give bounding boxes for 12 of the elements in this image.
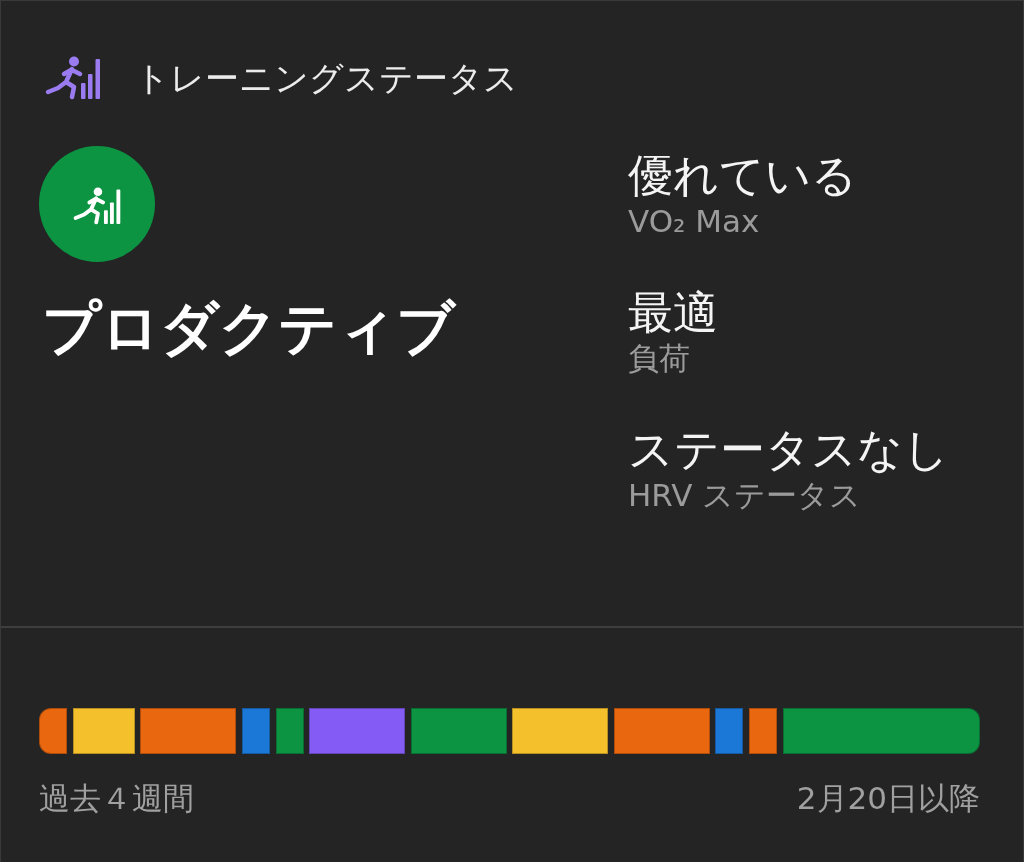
period-label: 過去４週間 [39,780,194,818]
metric-value: 優れている [628,149,858,203]
date-label: 2月20日以降 [796,780,980,818]
runner-bars-icon [39,146,155,262]
runner-bars-icon [45,56,101,100]
metric-label: 負荷 [628,340,691,378]
status-name: プロダクティブ [42,294,458,364]
card-title: トレーニングステータス [135,57,518,99]
metric-label: VO₂ Max [628,203,761,241]
metric-value: 最適 [628,286,719,341]
metric-value: ステータスなし [628,423,949,478]
metric-label: HRV ステータス [628,477,863,515]
